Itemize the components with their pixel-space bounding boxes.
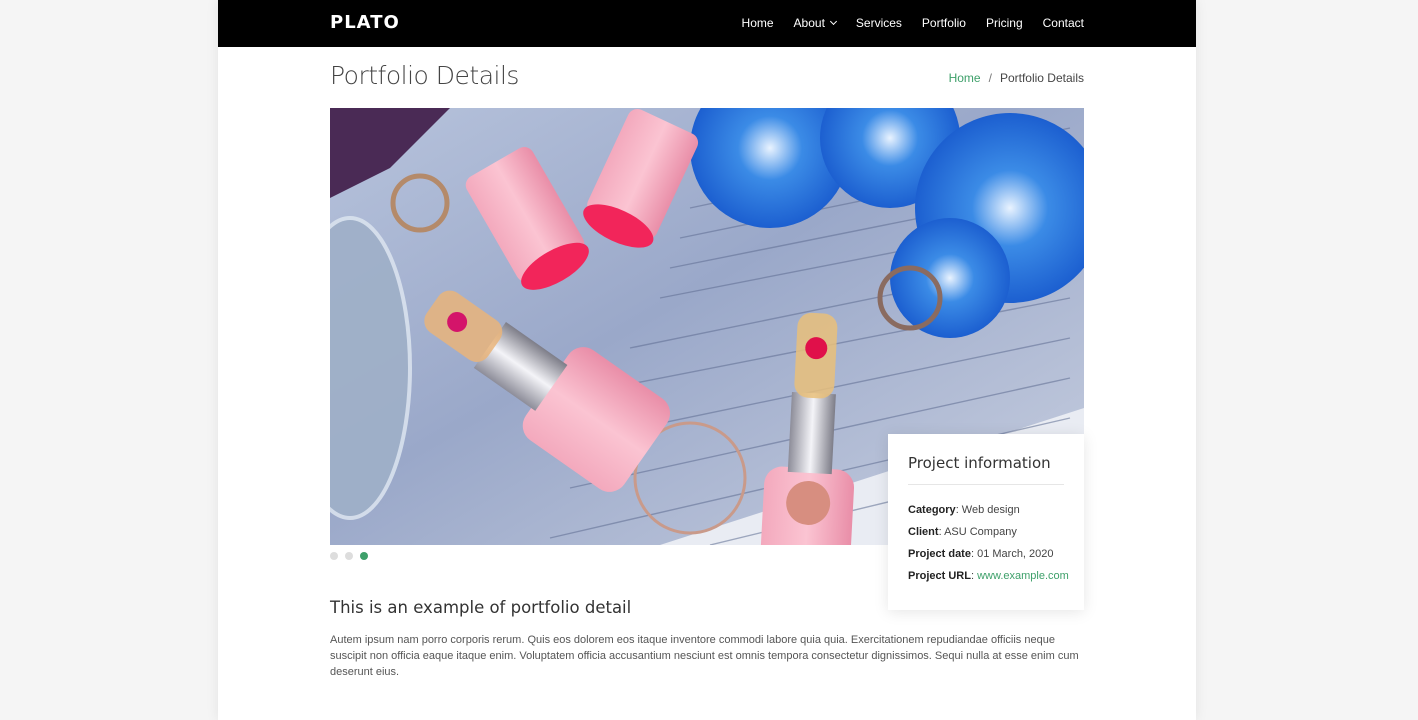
project-url: Project URL: www.example.com bbox=[908, 565, 1069, 587]
nav-about[interactable]: About bbox=[793, 16, 837, 30]
nav-home[interactable]: Home bbox=[742, 16, 774, 30]
project-info-title: Project information bbox=[908, 454, 1064, 485]
portfolio-heading: This is an example of portfolio detail bbox=[330, 598, 632, 617]
breadcrumb-separator: / bbox=[988, 71, 992, 85]
category-value: : Web design bbox=[955, 504, 1020, 516]
site-logo[interactable]: PLATO bbox=[330, 12, 400, 33]
slider-dot-3[interactable] bbox=[360, 552, 368, 560]
nav-contact[interactable]: Contact bbox=[1043, 16, 1084, 30]
category-label: Category bbox=[908, 504, 956, 516]
slider-dot-2[interactable] bbox=[345, 552, 353, 560]
breadcrumb-home-link[interactable]: Home bbox=[949, 71, 981, 85]
main-nav: Home About Services Portfolio Pricing Co… bbox=[722, 16, 1084, 30]
date-value: : 01 March, 2020 bbox=[970, 548, 1054, 560]
slider-pagination bbox=[330, 552, 368, 560]
project-client: Client: ASU Company bbox=[908, 521, 1064, 543]
page-container: PLATO Home About Services Portfolio Pric… bbox=[218, 0, 1196, 720]
breadcrumb-current: Portfolio Details bbox=[999, 71, 1084, 85]
url-label: Project URL bbox=[908, 570, 971, 582]
breadcrumb: Home / Portfolio Details bbox=[949, 71, 1084, 85]
client-label: Client bbox=[908, 526, 939, 538]
project-info-card: Project information Category: Web design… bbox=[888, 434, 1084, 610]
date-label: Project date bbox=[908, 548, 971, 560]
portfolio-description: Autem ipsum nam porro corporis rerum. Qu… bbox=[330, 634, 1079, 678]
nav-services[interactable]: Services bbox=[856, 16, 902, 30]
project-url-link[interactable]: www.example.com bbox=[977, 570, 1069, 582]
project-category: Category: Web design bbox=[908, 499, 1064, 521]
page-title: Portfolio Details bbox=[330, 61, 519, 90]
slider-dot-1[interactable] bbox=[330, 552, 338, 560]
nav-portfolio[interactable]: Portfolio bbox=[922, 16, 966, 30]
project-date: Project date: 01 March, 2020 bbox=[908, 543, 1064, 565]
nav-pricing[interactable]: Pricing bbox=[986, 16, 1023, 30]
nav-about-label: About bbox=[793, 16, 825, 30]
chevron-down-icon bbox=[829, 17, 837, 26]
navbar: PLATO Home About Services Portfolio Pric… bbox=[218, 0, 1196, 47]
client-value: : ASU Company bbox=[938, 526, 1017, 538]
